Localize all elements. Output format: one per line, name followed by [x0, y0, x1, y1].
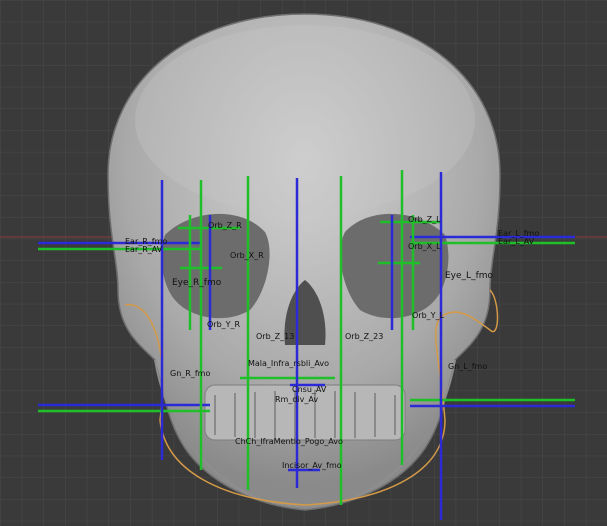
label-orb-y-r: Orb_Y_R — [207, 320, 241, 329]
label-orb-x-r: Orb_X_R — [230, 251, 264, 260]
label-orb-z-13: Orb_Z_13 — [256, 332, 294, 341]
label-ear-l-av: Ear_L_AV — [498, 237, 535, 246]
label-bottom: Incisor_Av_fmo — [282, 461, 342, 470]
3d-viewport[interactable]: Ear_R_fmo Ear_R_AV Ear_L_fmo Ear_L_AV Or… — [0, 0, 607, 526]
label-gn-l-fmo: Gn_L_fmo — [448, 362, 487, 371]
viewport-canvas[interactable]: Ear_R_fmo Ear_R_AV Ear_L_fmo Ear_L_AV Or… — [0, 0, 607, 526]
label-orb-z-23: Orb_Z_23 — [345, 332, 383, 341]
label-rmdiv: Rm_div_Av — [275, 395, 318, 404]
label-eye-r-fmo: Eye_R_fmo — [172, 278, 222, 288]
orbit-left — [340, 213, 449, 319]
label-orb-y-l: Orb_Y_L — [412, 311, 445, 320]
label-cnsul: Cnsu_AV — [292, 385, 327, 394]
label-orb-z-r: Orb_Z_R — [208, 221, 242, 230]
label-gn-r-fmo: Gn_R_fmo — [170, 369, 210, 378]
label-eye-l-fmo: Eye_L_fmo — [445, 271, 493, 281]
forehead-highlight — [135, 25, 475, 215]
label-chch: ChCh_IfraMentlo_Pogo_Avo — [235, 437, 343, 446]
label-orb-x-l: Orb_X_L — [408, 242, 441, 251]
label-ear-r-av: Ear_R_AV — [125, 245, 163, 254]
label-mala-infra: Mala_Infra_rsbli_Avo — [248, 359, 329, 368]
label-orb-z-l: Orb_Z_L — [408, 215, 441, 224]
